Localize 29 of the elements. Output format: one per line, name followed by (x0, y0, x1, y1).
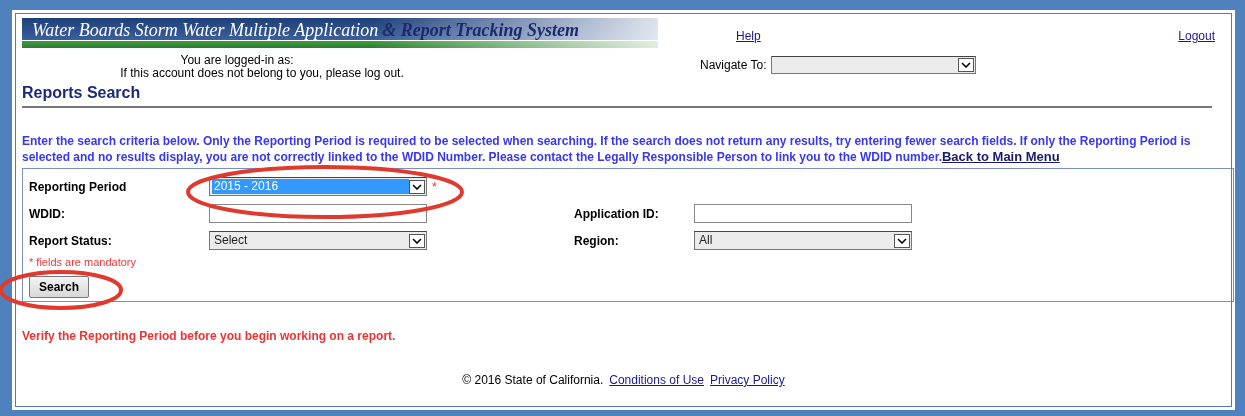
field-label: Report Status: (29, 233, 113, 248)
field-label: WDID: (29, 206, 66, 221)
banner-title: Water Boards Storm Water Multiple Application (32, 20, 379, 41)
input-field[interactable] (694, 204, 912, 223)
select-value: 2015 - 2016 (212, 179, 409, 194)
select-value: All (698, 233, 714, 248)
field-label: Application ID: (574, 206, 660, 221)
help-link[interactable]: Help (736, 29, 761, 43)
dropdown-select[interactable]: All (694, 231, 912, 250)
field-label: Region: (574, 233, 620, 248)
back-to-main-menu-link[interactable]: Back to Main Menu (942, 149, 1060, 164)
navigate-label: Navigate To: (700, 58, 767, 72)
warning-text: Verify the Reporting Period before you begin working on a report. (22, 329, 397, 343)
required-mark: * (432, 179, 437, 194)
navigate-select[interactable] (770, 56, 976, 74)
dropdown-select[interactable]: Select (209, 231, 427, 250)
banner-title: & Report Tracking System (382, 20, 579, 41)
logout-link[interactable]: Logout (1178, 29, 1215, 43)
mandatory-note: * fields are mandatory (29, 256, 137, 268)
copyright-text: © 2016 State of California. (462, 373, 604, 387)
page-title: Reports Search (22, 82, 1212, 108)
footer-link[interactable]: Conditions of Use (609, 373, 704, 387)
field-label: Reporting Period (29, 179, 128, 194)
footer-link[interactable]: Privacy Policy (710, 373, 785, 387)
select-value: Select (213, 233, 249, 248)
instructions-text: Enter the search criteria below. Only the Reporting Period is required to be selected when searching. If the search does not return any results, try entering fewer search fields. If only the Reporting Period is selected and no results display, you are not correctly linked to the WDID Number. Please contact the Legally Responsible Person to link you to the WDID number.Back to Main Menu (22, 134, 1192, 165)
account-note: If this account does not belong to you, please log out. (120, 67, 404, 80)
search-button[interactable]: Search (29, 276, 90, 298)
logged-in-text: You are logged-in as: (180, 54, 294, 67)
